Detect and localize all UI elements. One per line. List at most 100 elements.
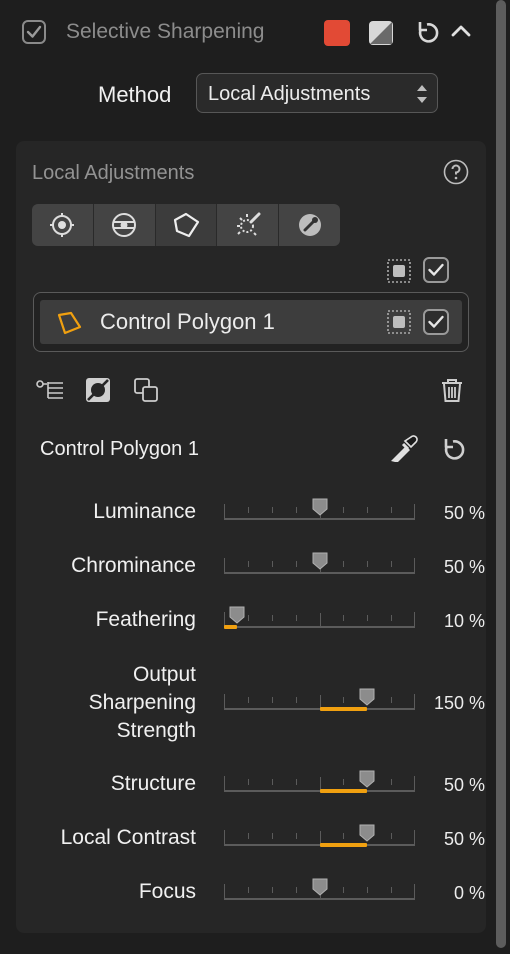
invert-mask-icon[interactable] xyxy=(84,376,112,404)
chrominance-slider[interactable] xyxy=(224,552,415,574)
check-icon xyxy=(428,263,444,276)
polygon-tool-button[interactable] xyxy=(155,204,218,246)
slider-handle[interactable] xyxy=(312,878,328,896)
slider-tick xyxy=(248,833,249,839)
slider-track-line xyxy=(224,898,415,900)
chevron-up-icon[interactable] xyxy=(450,20,472,42)
slider-tick xyxy=(296,615,297,621)
chrominance-label: Chrominance xyxy=(71,554,196,577)
slider-handle[interactable] xyxy=(359,824,375,842)
slider-tick xyxy=(367,507,368,513)
slider-tick xyxy=(391,887,392,893)
color-swatch[interactable] xyxy=(324,20,350,46)
slider-tick xyxy=(343,779,344,785)
reset-point-icon[interactable] xyxy=(440,437,466,463)
output-sharpening-strength-label: Output Sharpening Strength xyxy=(88,663,196,742)
slider-track-end xyxy=(414,694,415,710)
mask-preview-icon[interactable] xyxy=(386,258,412,284)
structure-label: Structure xyxy=(110,772,196,795)
local-adjustments-panel xyxy=(16,141,486,933)
slider-tick xyxy=(296,697,297,703)
picker-tool-icon xyxy=(298,214,321,236)
slider-track-line xyxy=(224,518,415,520)
polygon-tool-icon xyxy=(173,212,200,238)
slider-handle[interactable] xyxy=(229,606,245,624)
slider-track-end xyxy=(414,776,415,792)
eyedropper-icon[interactable] xyxy=(386,432,420,466)
slider-tick xyxy=(248,615,249,621)
slider-track-end xyxy=(224,884,225,900)
slider-tick xyxy=(296,507,297,513)
slider-tick xyxy=(272,615,273,621)
slider-track-line xyxy=(224,626,415,628)
output-sharpening-strength-slider[interactable] xyxy=(224,688,415,711)
slider-handle[interactable] xyxy=(312,552,328,570)
focus-label: Focus xyxy=(138,880,196,903)
slider-tick xyxy=(391,833,392,839)
radial-tool-button[interactable] xyxy=(94,204,156,246)
slider-track-end xyxy=(224,830,225,846)
trash-icon[interactable] xyxy=(438,376,466,404)
slider-track-end xyxy=(414,830,415,846)
help-icon[interactable] xyxy=(443,159,469,185)
selected-point-name: Control Polygon 1 xyxy=(40,438,199,460)
slider-tick xyxy=(296,779,297,785)
slider-tick xyxy=(272,697,273,703)
focus-value: 0 % xyxy=(453,883,485,903)
tone-icon[interactable] xyxy=(368,20,394,46)
slider-tick xyxy=(343,833,344,839)
layer-enabled-checkbox[interactable] xyxy=(423,309,449,335)
feathering-slider[interactable] xyxy=(224,606,415,629)
layer-mask-icon[interactable] xyxy=(386,309,412,335)
slider-tick xyxy=(296,561,297,567)
slider-tick xyxy=(296,887,297,893)
slider-tick xyxy=(367,887,368,893)
slider-track-end xyxy=(414,884,415,900)
duplicate-icon[interactable] xyxy=(133,377,159,403)
picker-tool-button[interactable] xyxy=(279,204,340,246)
reset-icon[interactable] xyxy=(414,20,440,46)
slider-tick xyxy=(248,779,249,785)
slider-handle[interactable] xyxy=(359,770,375,788)
slider-tick xyxy=(343,887,344,893)
select-arrows-icon xyxy=(417,85,427,103)
slider-tick xyxy=(343,507,344,513)
slider-tick xyxy=(248,887,249,893)
tool-toolbar xyxy=(32,204,340,246)
slider-tick xyxy=(296,833,297,839)
target-tool-button[interactable] xyxy=(32,204,94,246)
local-contrast-value: 50 % xyxy=(443,829,485,849)
scrollbar[interactable] xyxy=(496,0,506,948)
slider-tick xyxy=(272,507,273,513)
slider-fill xyxy=(320,707,367,711)
luminance-value: 50 % xyxy=(443,503,485,523)
slider-track-end xyxy=(414,558,415,574)
luminance-label: Luminance xyxy=(93,500,196,523)
slider-track-line xyxy=(224,572,415,574)
slider-track-end xyxy=(224,558,225,574)
method-value: Local Adjustments xyxy=(208,83,371,105)
structure-slider[interactable] xyxy=(224,770,415,793)
slider-tick xyxy=(391,561,392,567)
slider-track-end xyxy=(224,694,225,710)
check-icon xyxy=(26,25,42,38)
method-select[interactable]: Local Adjustments xyxy=(196,73,438,113)
feathering-value: 10 % xyxy=(443,611,485,631)
slider-tick xyxy=(248,561,249,567)
luminance-slider[interactable] xyxy=(224,498,415,520)
enable-checkbox[interactable] xyxy=(22,20,46,44)
target-tool-icon xyxy=(50,213,75,237)
local-contrast-slider[interactable] xyxy=(224,824,415,847)
brush-tool-button[interactable] xyxy=(217,204,280,246)
feathering-label: Feathering xyxy=(95,608,196,631)
structure-value: 50 % xyxy=(443,775,485,795)
show-all-checkbox[interactable] xyxy=(423,257,449,283)
slider-tick xyxy=(391,507,392,513)
slider-handle[interactable] xyxy=(359,688,375,706)
slider-handle[interactable] xyxy=(312,498,328,516)
hierarchy-icon[interactable] xyxy=(35,378,65,402)
layer-name[interactable]: Control Polygon 1 xyxy=(100,309,275,335)
slider-tick xyxy=(367,561,368,567)
local-contrast-label: Local Contrast xyxy=(60,826,196,849)
focus-slider[interactable] xyxy=(224,878,415,900)
